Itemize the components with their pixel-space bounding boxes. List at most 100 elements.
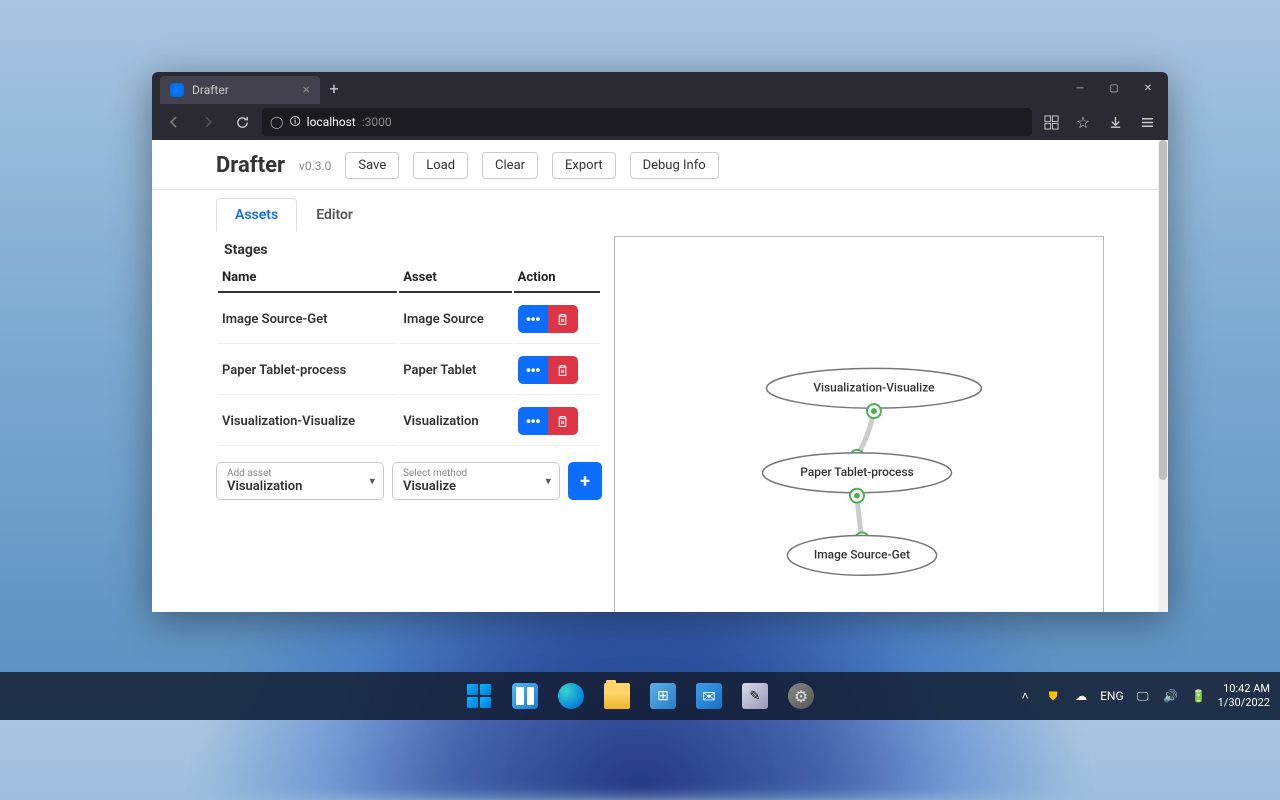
tray-weather-icon[interactable]: ☁ xyxy=(1072,687,1090,705)
stage-asset: Paper Tablet xyxy=(399,346,511,395)
tray-battery-icon[interactable]: 🔋 xyxy=(1190,687,1208,705)
clock-time: 10:42 AM xyxy=(1218,682,1270,696)
graph-node-label: Visualization-Visualize xyxy=(813,380,935,394)
browser-tab[interactable]: Drafter × xyxy=(160,76,320,104)
close-window-button[interactable]: ✕ xyxy=(1132,74,1164,102)
stage-name: Image Source-Get xyxy=(218,295,397,344)
shield-icon[interactable]: ◯ xyxy=(270,115,283,129)
tab-bar: Drafter × + ─ ▢ ✕ xyxy=(152,72,1168,104)
dots-icon: ••• xyxy=(526,412,540,431)
tab-assets[interactable]: Assets xyxy=(216,198,297,232)
select-label: Select method xyxy=(403,468,531,479)
extensions-icon[interactable] xyxy=(1038,109,1064,135)
dots-icon: ••• xyxy=(526,310,540,329)
taskbar-center: ⊞ ✉ ✎ ⚙ xyxy=(459,676,821,716)
tray-display-icon[interactable]: 🖵 xyxy=(1134,687,1152,705)
back-button[interactable] xyxy=(160,108,188,136)
dots-icon: ••• xyxy=(526,361,540,380)
tab-title: Drafter xyxy=(192,83,229,97)
select-label: Add asset xyxy=(227,468,355,479)
taskbar: ⊞ ✉ ✎ ⚙ ˄ ⛊ ☁ ENG 🖵 🔊 🔋 10:42 AM 1/30/20… xyxy=(0,672,1280,720)
address-bar: ◯ 🛈 localhost :3000 ☆ xyxy=(152,104,1168,140)
add-stage-button[interactable]: + xyxy=(568,462,602,500)
file-explorer-button[interactable] xyxy=(597,676,637,716)
settings-button[interactable]: ⚙ xyxy=(781,676,821,716)
maximize-button[interactable]: ▢ xyxy=(1098,74,1130,102)
stage-asset: Image Source xyxy=(399,295,511,344)
clock[interactable]: 10:42 AM 1/30/2022 xyxy=(1218,682,1270,711)
edge-button[interactable] xyxy=(551,676,591,716)
page-content: Drafter v0.3.0 Save Load Clear Export De… xyxy=(152,140,1168,612)
browser-window: Drafter × + ─ ▢ ✕ ◯ 🛈 localhost :3000 ☆ xyxy=(152,72,1168,612)
reload-button[interactable] xyxy=(228,108,256,136)
chevron-down-icon: ▾ xyxy=(545,475,551,488)
col-action: Action xyxy=(514,264,600,293)
col-name: Name xyxy=(218,264,397,293)
stages-table: Name Asset Action Image Source-Get Image… xyxy=(216,262,602,448)
clock-date: 1/30/2022 xyxy=(1218,696,1270,710)
graph-canvas[interactable]: Visualization-Visualize Paper Tablet-pro… xyxy=(614,236,1104,612)
minimize-button[interactable]: ─ xyxy=(1064,74,1096,102)
page-scrollbar[interactable] xyxy=(1158,140,1168,612)
trash-icon xyxy=(556,415,569,428)
table-row: Paper Tablet-process Paper Tablet ••• xyxy=(218,346,600,395)
edit-stage-button[interactable]: ••• xyxy=(518,407,548,435)
scrollbar-thumb[interactable] xyxy=(1159,140,1167,480)
save-button[interactable]: Save xyxy=(345,152,399,179)
delete-stage-button[interactable] xyxy=(548,305,578,333)
app-header: Drafter v0.3.0 Save Load Clear Export De… xyxy=(152,140,1168,190)
debug-info-button[interactable]: Debug Info xyxy=(630,152,719,179)
lock-icon[interactable]: 🛈 xyxy=(289,113,300,132)
menu-icon[interactable] xyxy=(1134,109,1160,135)
url-field[interactable]: ◯ 🛈 localhost :3000 xyxy=(262,108,1032,136)
edit-stage-button[interactable]: ••• xyxy=(518,356,548,384)
table-row: Image Source-Get Image Source ••• xyxy=(218,295,600,344)
add-asset-select[interactable]: Add asset Visualization ▾ xyxy=(216,462,384,500)
col-asset: Asset xyxy=(399,264,511,293)
app-tabs: Assets Editor xyxy=(152,190,1168,232)
store-button[interactable]: ⊞ xyxy=(643,676,683,716)
new-tab-button[interactable]: + xyxy=(320,74,348,102)
graph-node-label: Paper Tablet-process xyxy=(800,465,913,479)
trash-icon xyxy=(556,364,569,377)
stage-name: Paper Tablet-process xyxy=(218,346,397,395)
select-method-select[interactable]: Select method Visualize ▾ xyxy=(392,462,560,500)
start-button[interactable] xyxy=(459,676,499,716)
trash-icon xyxy=(556,313,569,326)
chevron-down-icon: ▾ xyxy=(369,475,375,488)
forward-button xyxy=(194,108,222,136)
graph-node-label: Image Source-Get xyxy=(814,548,910,562)
close-tab-icon[interactable]: × xyxy=(303,82,310,98)
language-indicator[interactable]: ENG xyxy=(1100,689,1124,703)
delete-stage-button[interactable] xyxy=(548,407,578,435)
app-title: Drafter xyxy=(216,153,285,178)
load-button[interactable]: Load xyxy=(413,152,468,179)
stages-panel: Stages Name Asset Action Image Source-Ge… xyxy=(216,232,602,612)
delete-stage-button[interactable] xyxy=(548,356,578,384)
node-port-inner xyxy=(871,408,877,414)
add-stage-row: Add asset Visualization ▾ Select method … xyxy=(216,462,602,500)
downloads-icon[interactable] xyxy=(1102,109,1128,135)
bookmark-icon[interactable]: ☆ xyxy=(1070,109,1096,135)
node-port-inner xyxy=(854,493,860,499)
mail-button[interactable]: ✉ xyxy=(689,676,729,716)
task-view-button[interactable] xyxy=(505,676,545,716)
url-port: :3000 xyxy=(362,115,392,129)
tab-editor[interactable]: Editor xyxy=(297,198,372,232)
stages-title: Stages xyxy=(216,238,602,262)
system-tray: ˄ ⛊ ☁ ENG 🖵 🔊 🔋 10:42 AM 1/30/2022 xyxy=(1016,682,1270,711)
tray-chevron-icon[interactable]: ˄ xyxy=(1016,687,1034,705)
tray-security-icon[interactable]: ⛊ xyxy=(1044,687,1062,705)
stage-name: Visualization-Visualize xyxy=(218,397,397,446)
url-host: localhost xyxy=(307,115,356,129)
select-value: Visualization xyxy=(227,479,355,494)
edit-stage-button[interactable]: ••• xyxy=(518,305,548,333)
clear-button[interactable]: Clear xyxy=(482,152,538,179)
app-button[interactable]: ✎ xyxy=(735,676,775,716)
export-button[interactable]: Export xyxy=(552,152,616,179)
tray-volume-icon[interactable]: 🔊 xyxy=(1162,687,1180,705)
stage-asset: Visualization xyxy=(399,397,511,446)
select-value: Visualize xyxy=(403,479,531,494)
tab-favicon xyxy=(170,83,184,97)
graph-svg: Visualization-Visualize Paper Tablet-pro… xyxy=(615,237,1103,612)
